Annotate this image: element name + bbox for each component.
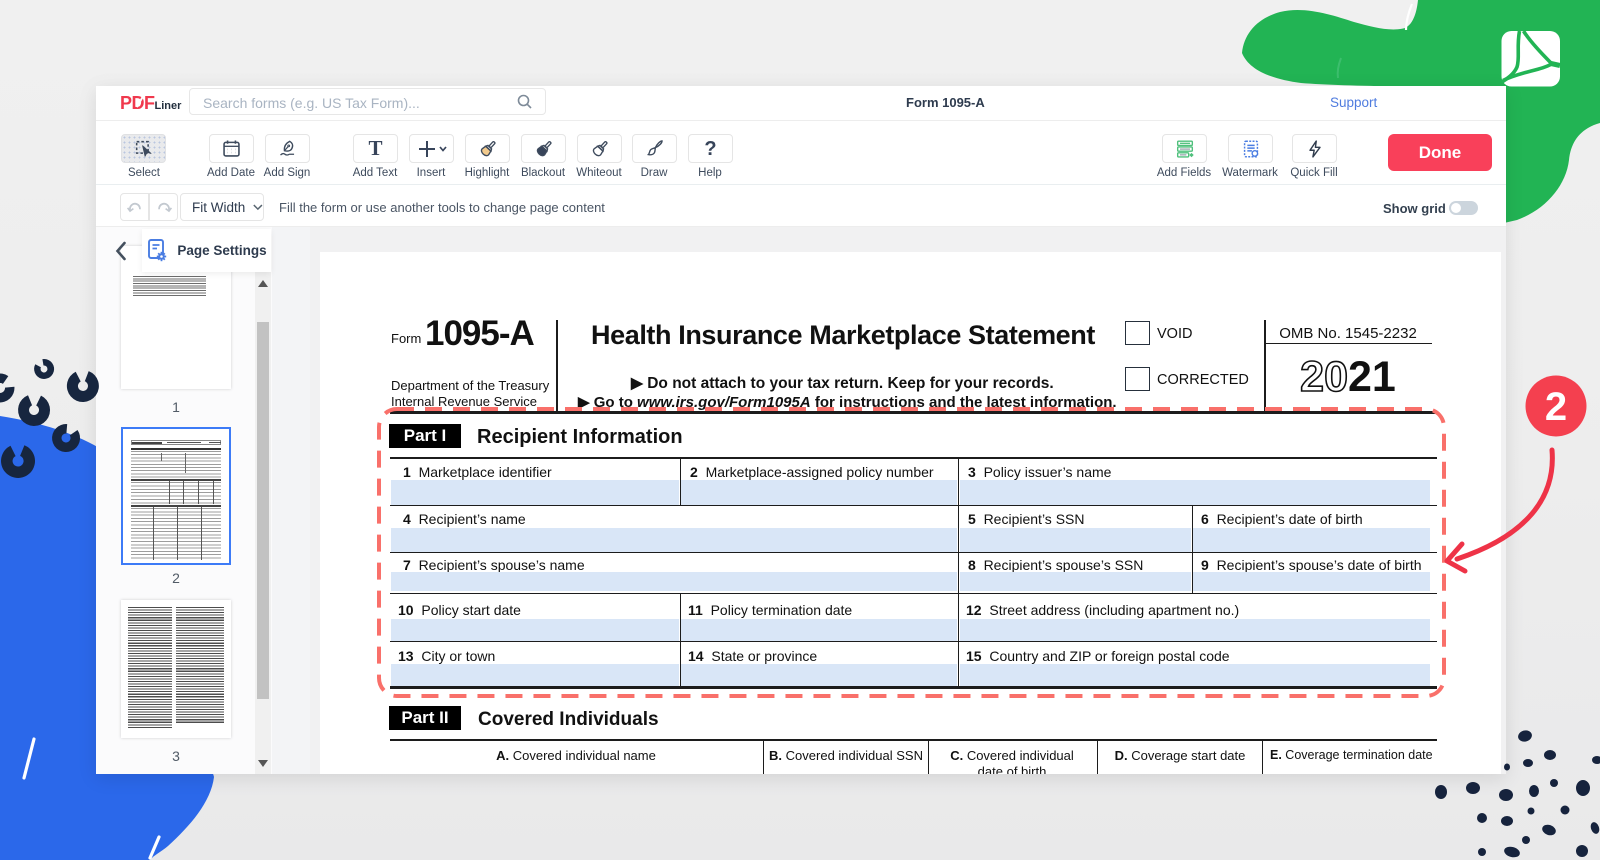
svg-text:2: 2 (1545, 385, 1567, 429)
